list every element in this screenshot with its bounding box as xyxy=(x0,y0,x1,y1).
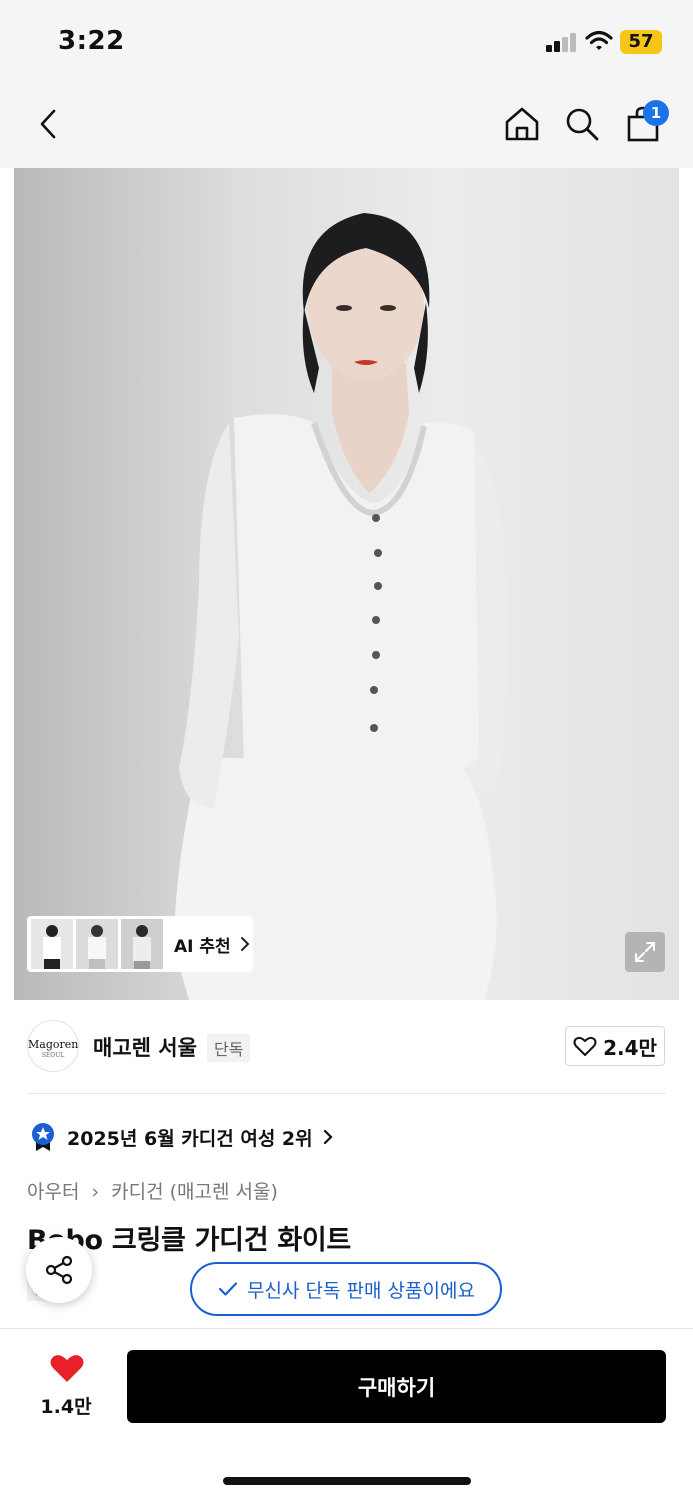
expand-image-button[interactable] xyxy=(625,932,665,972)
ai-thumbnail-2[interactable] xyxy=(76,919,118,969)
status-time: 3:22 xyxy=(58,26,125,56)
brand-logo[interactable]: Magoren SEOUL xyxy=(27,1020,79,1072)
exclusive-toast: 무신사 단독 판매 상품이에요 xyxy=(190,1262,502,1316)
model-photo-illustration xyxy=(174,213,507,1000)
breadcrumb-separator-icon: › xyxy=(91,1181,100,1203)
breadcrumb: 아우터 › 카디건 (매고렌 서울) xyxy=(27,1177,278,1204)
ai-thumbnail-1[interactable] xyxy=(31,919,73,969)
section-divider xyxy=(27,1093,666,1094)
heart-outline-icon xyxy=(573,1036,597,1056)
product-image[interactable]: AI 추천 xyxy=(14,168,679,1000)
brand-like-count: 2.4만 xyxy=(603,1035,657,1060)
search-icon xyxy=(566,108,599,141)
share-icon xyxy=(45,1255,73,1285)
brand-logo-subtext: SEOUL xyxy=(41,1052,65,1059)
cart-button[interactable]: 1 xyxy=(621,100,669,146)
top-navigation: 1 xyxy=(0,84,693,168)
wifi-icon xyxy=(585,30,613,50)
brand-logo-text: Magoren xyxy=(28,1038,79,1051)
cart-count-badge: 1 xyxy=(643,100,669,126)
cellular-signal-icon xyxy=(546,32,578,52)
brand-exclusive-tag: 단독 xyxy=(207,1034,251,1062)
ai-recommend-label: AI 추천 xyxy=(174,936,231,957)
breadcrumb-subcategory[interactable]: 카디건 (매고렌 서울) xyxy=(111,1181,278,1203)
home-button[interactable] xyxy=(500,102,544,146)
search-button[interactable] xyxy=(560,102,604,146)
heart-filled-icon xyxy=(50,1355,84,1382)
expand-icon xyxy=(635,942,655,962)
back-button[interactable] xyxy=(26,102,70,146)
chevron-left-icon xyxy=(40,109,56,139)
chevron-right-icon xyxy=(240,937,250,951)
breadcrumb-category[interactable]: 아우터 xyxy=(27,1181,79,1203)
share-button[interactable] xyxy=(26,1237,92,1303)
ranking-link[interactable]: 2025년 6월 카디건 여성 2위 xyxy=(30,1122,335,1152)
brand-like-button[interactable]: 2.4만 xyxy=(565,1026,665,1066)
battery-icon: 57 xyxy=(620,30,662,54)
product-like-count: 1.4만 xyxy=(40,1396,92,1418)
brand-name-link[interactable]: 매고렌 서울 xyxy=(93,1032,197,1062)
check-icon xyxy=(218,1282,238,1296)
chevron-right-icon xyxy=(323,1129,333,1145)
product-like-button[interactable] xyxy=(42,1352,92,1388)
exclusive-toast-text: 무신사 단독 판매 상품이에요 xyxy=(247,1279,475,1302)
ai-thumbnail-3[interactable] xyxy=(121,919,163,969)
bottom-bar-divider xyxy=(0,1328,693,1329)
buy-button[interactable]: 구매하기 xyxy=(127,1350,666,1423)
status-bar: 3:22 57 xyxy=(0,0,693,84)
home-icon xyxy=(505,107,539,141)
ranking-badge-icon xyxy=(32,1123,54,1151)
home-indicator xyxy=(223,1477,471,1485)
ai-recommend-chip[interactable]: AI 추천 xyxy=(27,916,253,972)
ranking-text: 2025년 6월 카디건 여성 2위 xyxy=(67,1127,313,1150)
